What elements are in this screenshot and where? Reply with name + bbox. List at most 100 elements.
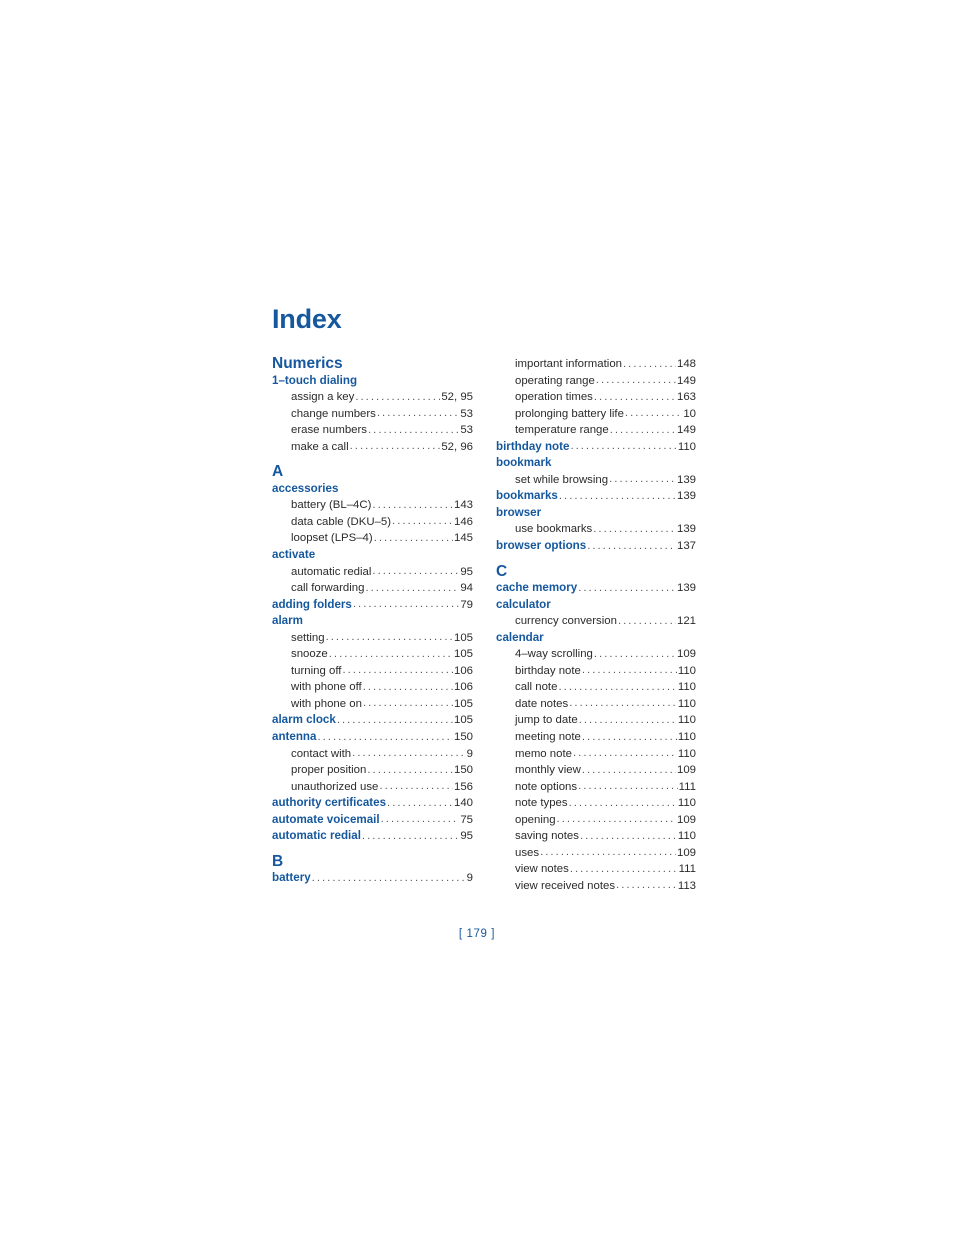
index-subentry[interactable]: prolonging battery life 10 bbox=[496, 406, 696, 423]
index-subentry[interactable]: important information 148 bbox=[496, 356, 696, 373]
index-subentry[interactable]: data cable (DKU–5) 146 bbox=[272, 514, 473, 531]
index-entry-page-number: 79 bbox=[460, 598, 473, 611]
index-entry-label: browser options bbox=[496, 539, 587, 553]
index-entry-label: change numbers bbox=[291, 407, 376, 420]
leader-dots bbox=[372, 497, 453, 513]
index-subentry[interactable]: automatic redial 95 bbox=[272, 564, 473, 581]
index-entry-page-number: 110 bbox=[677, 664, 696, 677]
index-subentry[interactable]: operation times 163 bbox=[496, 389, 696, 406]
index-subentry[interactable]: opening 109 bbox=[496, 812, 696, 829]
index-entry-page-number: 52, 95 bbox=[441, 391, 473, 404]
index-entry[interactable]: browser bbox=[496, 505, 696, 522]
index-entry-label: view received notes bbox=[515, 879, 616, 892]
index-entry-page-number: 105 bbox=[453, 631, 473, 644]
index-entry-page-number: 109 bbox=[676, 813, 696, 826]
index-entry[interactable]: cache memory 139 bbox=[496, 580, 696, 597]
leader-dots bbox=[569, 795, 677, 811]
index-entry-label: cache memory bbox=[496, 581, 578, 595]
leader-dots bbox=[381, 812, 460, 828]
index-subentry[interactable]: 4–way scrolling 109 bbox=[496, 646, 696, 663]
index-subentry[interactable]: with phone on 105 bbox=[272, 696, 473, 713]
index-subentry[interactable]: currency conversion 121 bbox=[496, 613, 696, 630]
index-entry[interactable]: accessories bbox=[272, 481, 473, 498]
index-entry-label: alarm clock bbox=[272, 713, 336, 727]
index-subentry[interactable]: uses 109 bbox=[496, 845, 696, 862]
leader-dots bbox=[610, 422, 676, 438]
index-entry[interactable]: authority certificates 140 bbox=[272, 795, 473, 812]
index-subentry[interactable]: turning off 106 bbox=[272, 663, 473, 680]
index-entry[interactable]: bookmark bbox=[496, 455, 696, 472]
index-subentry[interactable]: birthday note 110 bbox=[496, 663, 696, 680]
index-entry[interactable]: browser options 137 bbox=[496, 538, 696, 555]
index-subentry[interactable]: with phone off 106 bbox=[272, 679, 473, 696]
index-entry-page-number: 95 bbox=[460, 565, 473, 578]
index-subentry[interactable]: set while browsing 139 bbox=[496, 472, 696, 489]
index-subentry[interactable]: use bookmarks 139 bbox=[496, 521, 696, 538]
leader-dots bbox=[573, 746, 677, 762]
index-letter-heading: C bbox=[496, 562, 508, 580]
index-subentry[interactable]: monthly view 109 bbox=[496, 762, 696, 779]
index-subentry[interactable]: make a call 52, 96 bbox=[272, 439, 473, 456]
leader-dots bbox=[363, 696, 453, 712]
index-subentry[interactable]: proper position 150 bbox=[272, 762, 473, 779]
index-subentry[interactable]: snooze 105 bbox=[272, 646, 473, 663]
index-entry[interactable]: birthday note 110 bbox=[496, 439, 696, 456]
index-entry[interactable]: battery 9 bbox=[272, 870, 473, 887]
index-entry-page-number: 146 bbox=[453, 515, 473, 528]
index-subentry[interactable]: note options 111 bbox=[496, 779, 696, 796]
leader-dots bbox=[540, 845, 676, 861]
index-subentry[interactable]: loopset (LPS–4) 145 bbox=[272, 530, 473, 547]
index-entry[interactable]: calculator bbox=[496, 597, 696, 614]
index-subentry[interactable]: change numbers 53 bbox=[272, 406, 473, 423]
index-entry-label: operation times bbox=[515, 391, 593, 404]
index-entry-page-number: 95 bbox=[460, 830, 473, 843]
index-subentry[interactable]: jump to date 110 bbox=[496, 712, 696, 729]
index-entry-page-number: 156 bbox=[453, 780, 473, 793]
index-entry-page-number: 105 bbox=[453, 648, 473, 661]
index-entry-page-number: 140 bbox=[453, 797, 473, 810]
index-entry-page-number: 111 bbox=[678, 780, 696, 793]
index-entry[interactable]: alarm bbox=[272, 613, 473, 630]
index-entry-label: calendar bbox=[496, 630, 544, 644]
index-entry-page-number: 110 bbox=[677, 440, 696, 453]
index-entry[interactable]: antenna 150 bbox=[272, 729, 473, 746]
index-subentry[interactable]: erase numbers 53 bbox=[272, 422, 473, 439]
index-subentry[interactable]: temperature range 149 bbox=[496, 422, 696, 439]
index-subentry[interactable]: battery (BL–4C) 143 bbox=[272, 497, 473, 514]
index-entry[interactable]: adding folders 79 bbox=[272, 597, 473, 614]
index-subentry[interactable]: setting 105 bbox=[272, 630, 473, 647]
leader-dots bbox=[558, 679, 676, 695]
index-entry[interactable]: activate bbox=[272, 547, 473, 564]
index-entry[interactable]: automatic redial 95 bbox=[272, 828, 473, 845]
index-subentry[interactable]: view received notes 113 bbox=[496, 878, 696, 895]
index-letter-heading: Numerics bbox=[272, 355, 343, 372]
index-entry[interactable]: calendar bbox=[496, 630, 696, 647]
index-entry-label: date notes bbox=[515, 697, 569, 710]
index-entry[interactable]: bookmarks 139 bbox=[496, 488, 696, 505]
leader-dots bbox=[557, 812, 676, 828]
index-entry[interactable]: automate voicemail 75 bbox=[272, 812, 473, 829]
index-entry[interactable]: alarm clock 105 bbox=[272, 712, 473, 729]
index-subentry[interactable]: assign a key 52, 95 bbox=[272, 389, 473, 406]
index-entry-page-number: 139 bbox=[676, 523, 696, 536]
index-entry-label: birthday note bbox=[496, 439, 570, 453]
leader-dots bbox=[342, 663, 453, 679]
index-entry[interactable]: 1–touch dialing bbox=[272, 373, 473, 390]
index-subentry[interactable]: meeting note 110 bbox=[496, 729, 696, 746]
index-subentry[interactable]: note types 110 bbox=[496, 795, 696, 812]
index-entry-label: 4–way scrolling bbox=[515, 648, 593, 661]
leader-dots bbox=[582, 762, 676, 778]
index-subentry[interactable]: unauthorized use 156 bbox=[272, 779, 473, 796]
index-subentry[interactable]: saving notes 110 bbox=[496, 828, 696, 845]
index-subentry[interactable]: operating range 149 bbox=[496, 373, 696, 390]
index-entry-label: uses bbox=[515, 846, 540, 859]
index-subentry[interactable]: call note 110 bbox=[496, 679, 696, 696]
index-subentry[interactable]: date notes 110 bbox=[496, 696, 696, 713]
index-subentry[interactable]: contact with 9 bbox=[272, 746, 473, 763]
index-entry-page-number: 53 bbox=[460, 424, 473, 437]
index-subentry[interactable]: memo note 110 bbox=[496, 746, 696, 763]
index-subentry[interactable]: view notes 111 bbox=[496, 861, 696, 878]
leader-dots bbox=[579, 712, 677, 728]
index-subentry[interactable]: call forwarding 94 bbox=[272, 580, 473, 597]
index-entry-page-number: 139 bbox=[676, 490, 696, 503]
